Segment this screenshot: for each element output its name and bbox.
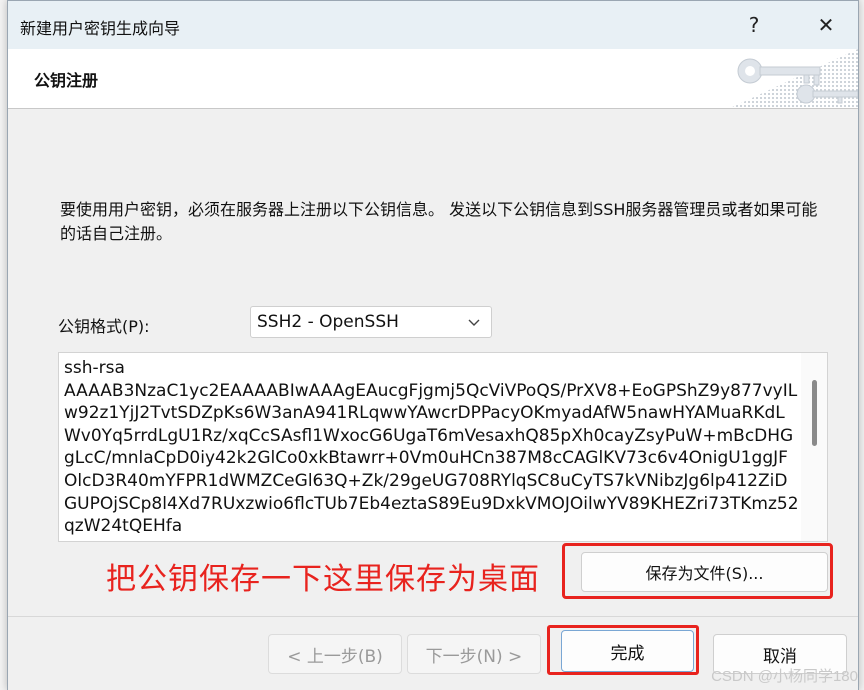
public-key-format-label: 公钥格式(P):: [58, 317, 150, 336]
wizard-header: 公钥注册: [8, 49, 858, 109]
help-button[interactable]: ?: [730, 7, 778, 43]
window-title: 新建用户密钥生成向导: [20, 19, 181, 38]
key-scrollbar[interactable]: [801, 353, 827, 541]
back-button[interactable]: < 上一步(B): [268, 634, 402, 674]
title-bar: 新建用户密钥生成向导 ? ✕: [8, 1, 858, 49]
public-key-format-select[interactable]: SSH2 - OpenSSH: [250, 306, 492, 338]
page-title: 公钥注册: [34, 71, 99, 90]
public-key-text: ssh-rsa AAAAB3NzaC1yc2EAAAABIwAAAgEAucgF…: [64, 358, 799, 537]
public-key-textarea[interactable]: ssh-rsa AAAAB3NzaC1yc2EAAAABIwAAAgEAucgF…: [58, 352, 828, 542]
csdn-watermark: CSDN @小杨同学180: [711, 668, 858, 685]
finish-button[interactable]: 完成: [561, 630, 694, 672]
save-to-file-button[interactable]: 保存为文件(S)...: [581, 552, 828, 592]
format-selected-value: SSH2 - OpenSSH: [257, 312, 399, 332]
keys-banner-icon: [708, 49, 858, 108]
scrollbar-thumb[interactable]: [812, 380, 817, 446]
red-annotation-text: 把公钥保存一下这里保存为桌面: [106, 562, 540, 597]
next-button[interactable]: 下一步(N) >: [407, 634, 541, 674]
wizard-content: 要使用用户密钥，必须在服务器上注册以下公钥信息。 发送以下公钥信息到SSH服务器…: [8, 110, 858, 616]
chevron-down-icon: [468, 319, 480, 326]
instructions-text: 要使用用户密钥，必须在服务器上注册以下公钥信息。 发送以下公钥信息到SSH服务器…: [60, 200, 818, 243]
close-button[interactable]: ✕: [802, 7, 850, 43]
key-wizard-dialog: 新建用户密钥生成向导 ? ✕ 公钥注册 要使用用户密钥，必须在服务器上注册以下公…: [7, 0, 859, 690]
